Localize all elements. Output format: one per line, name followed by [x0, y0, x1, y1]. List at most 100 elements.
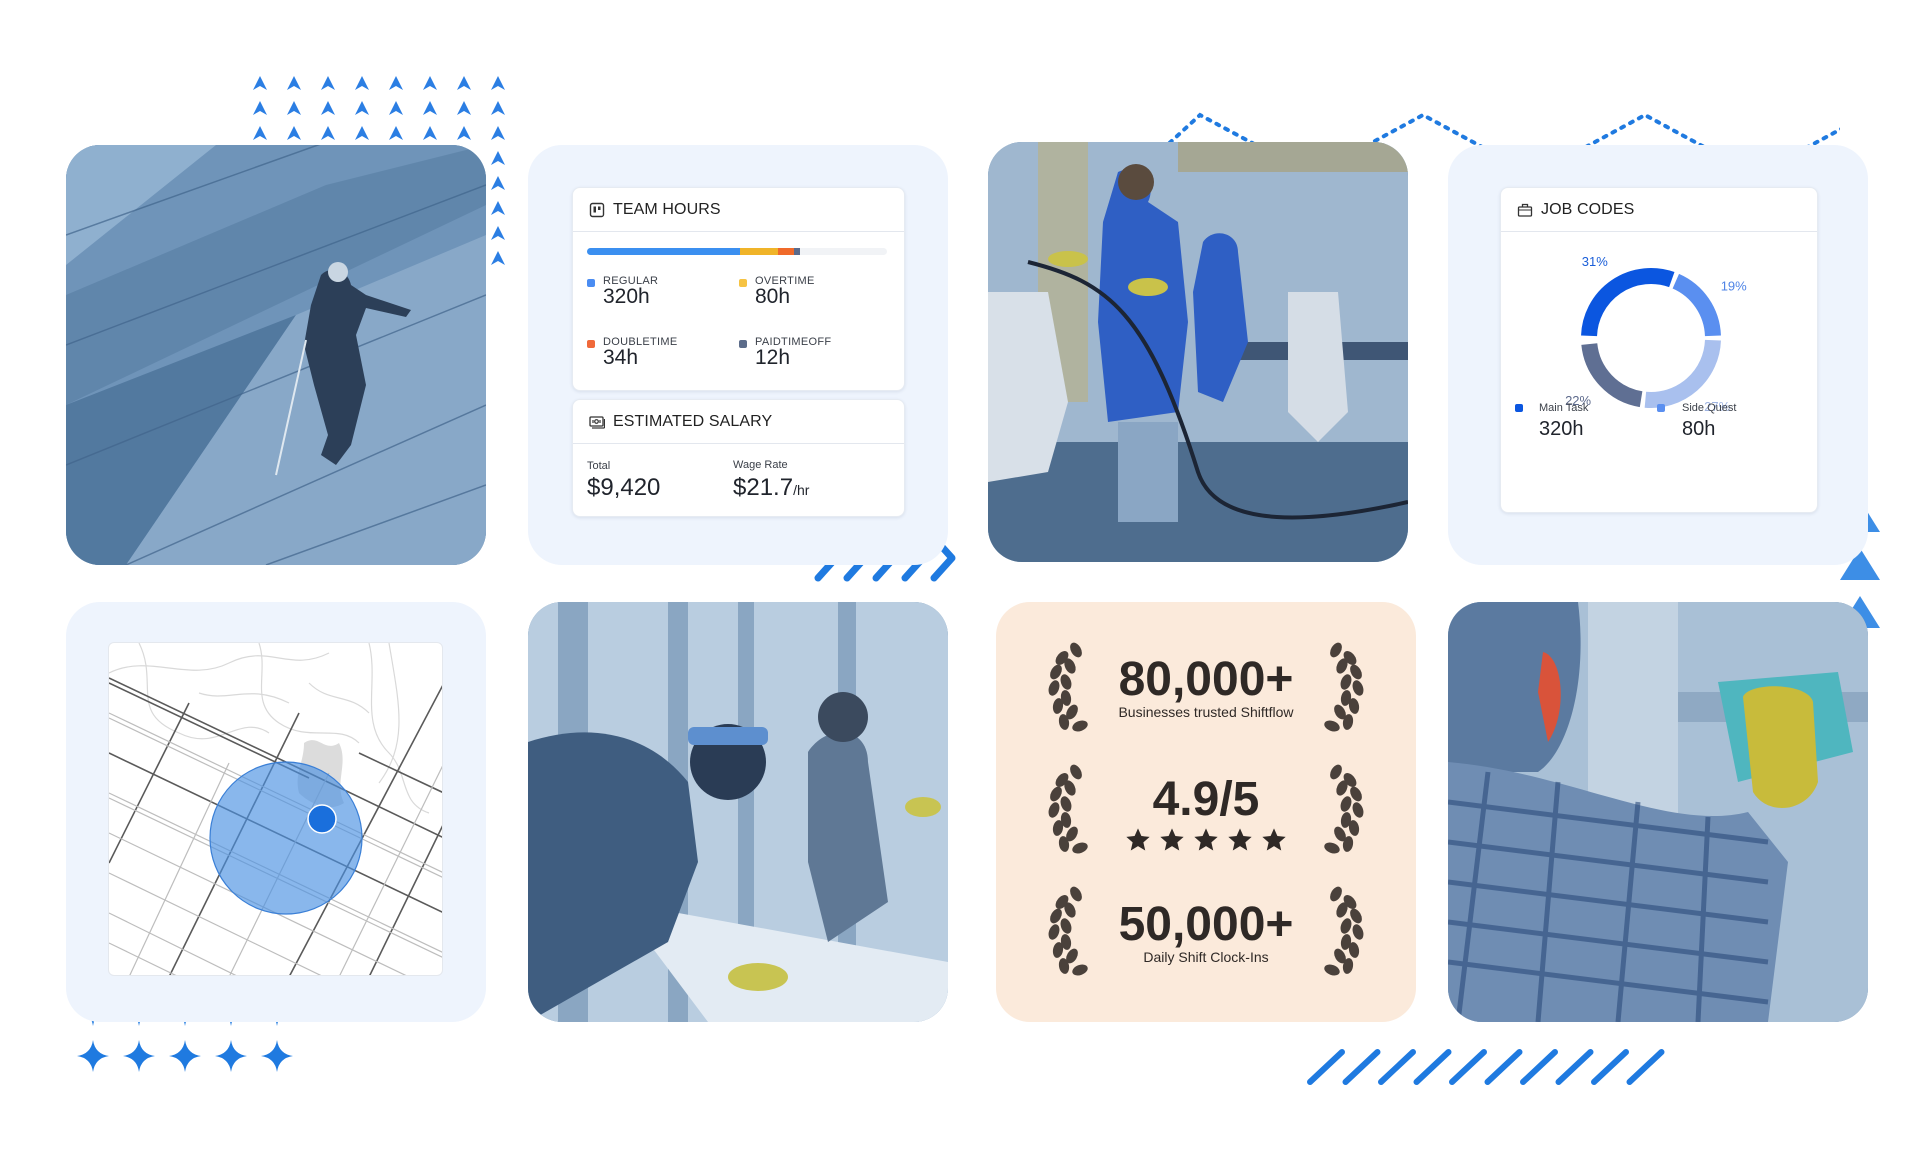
- triangle-mark: [423, 126, 437, 140]
- clockins-caption: Daily Shift Clock-Ins: [1143, 949, 1269, 965]
- location-pin: [307, 804, 337, 834]
- triangle-mark: [389, 76, 403, 90]
- slash-mark: [1626, 1049, 1665, 1085]
- slash-mark: [1378, 1049, 1416, 1085]
- triangle-mark: [321, 76, 335, 90]
- triangle-mark: [355, 101, 369, 115]
- star-icon: [1160, 828, 1184, 851]
- triangle-mark: [389, 126, 403, 140]
- rating-value: 4.9/5: [1152, 773, 1260, 826]
- triangle-mark: [491, 201, 505, 215]
- donut-segment: [1672, 273, 1721, 337]
- star-icon: [1262, 828, 1286, 851]
- businesses-count: 80,000+: [1118, 653, 1294, 706]
- side-quest-color-dot: [1657, 404, 1665, 412]
- businesses-caption: Businesses trusted Shiftflow: [1118, 704, 1294, 720]
- triangle-mark: [457, 76, 471, 90]
- bar-segment-paidtimeoff: [794, 248, 800, 255]
- triangle-mark: [423, 101, 437, 115]
- regular-color-dot: [587, 279, 595, 287]
- geofence-map-panel: [66, 602, 486, 1022]
- donut-percent-label: 19%: [1721, 278, 1747, 293]
- side-quest-label: Side Quest: [1682, 402, 1737, 414]
- triangle-mark: [287, 76, 301, 90]
- triangle-mark: [389, 101, 403, 115]
- triangle-mark: [253, 76, 267, 90]
- donut-segment: [1581, 342, 1643, 408]
- triangle-mark: [355, 126, 369, 140]
- slash-mark: [1484, 1049, 1523, 1085]
- bar-segment-overtime: [739, 248, 779, 255]
- total-label: Total: [587, 460, 611, 472]
- job-codes-panel: JOB CODES 31% 19% 27% 22% Main Task 320h Si…: [1448, 145, 1868, 565]
- geofence-radius: [209, 761, 363, 915]
- star-icon: [1126, 828, 1150, 851]
- triangle-mark: [491, 151, 505, 165]
- doubletime-color-dot: [587, 340, 595, 348]
- clockins-count: 50,000+: [1118, 898, 1294, 951]
- photo-office-cleaning-team: [988, 142, 1408, 562]
- main-task-color-dot: [1515, 404, 1523, 412]
- wage-rate-value: $21.7/hr: [733, 474, 810, 501]
- triangle-mark: [491, 76, 505, 90]
- slash-mark: [1413, 1049, 1452, 1085]
- sparkle-mark: [77, 1040, 109, 1072]
- bar-segment-regular: [587, 248, 740, 255]
- estimated-salary-title: ESTIMATED SALARY: [613, 412, 773, 430]
- photo-table-wiping-workers: [528, 602, 948, 1022]
- triangle-mark: [491, 226, 505, 240]
- donut-percent-label: 31%: [1582, 254, 1608, 269]
- star-icon: [1228, 828, 1252, 851]
- wage-rate-label: Wage Rate: [733, 459, 788, 471]
- triangle-mark: [355, 76, 369, 90]
- triangle-mark: [457, 101, 471, 115]
- slash-mark: [1520, 1049, 1558, 1085]
- donut-segment: [1644, 339, 1721, 408]
- triangle-mark: [423, 76, 437, 90]
- job-codes-card: JOB CODES 31% 19% 27% 22% Main Task 320h Si…: [1500, 187, 1818, 513]
- money-icon: [589, 415, 605, 429]
- triangle-mark: [457, 126, 471, 140]
- sparkle-mark: [169, 1040, 201, 1072]
- sparkle-mark: [215, 1040, 247, 1072]
- slashes-decoration: [1307, 1049, 1665, 1085]
- main-task-label: Main Task: [1539, 402, 1589, 414]
- star-icon: [1194, 828, 1218, 851]
- job-codes-title: JOB CODES: [1541, 200, 1635, 218]
- triangle-mark: [287, 101, 301, 115]
- triangle-mark: [491, 176, 505, 190]
- geofence-map[interactable]: [108, 642, 443, 976]
- hours-progress-bar: [587, 248, 887, 255]
- team-hours-title: TEAM HOURS: [613, 200, 721, 218]
- briefcase-icon: [1517, 203, 1533, 217]
- estimated-salary-card: ESTIMATED SALARY Total $9,420 Wage Rate …: [572, 399, 905, 517]
- overtime-color-dot: [739, 279, 747, 287]
- main-task-value: 320h: [1539, 418, 1584, 440]
- triangle-mark: [491, 101, 505, 115]
- sparkle-mark: [123, 1040, 155, 1072]
- stats-panel: 80,000+ Businesses trusted Shiftflow 4.9…: [996, 602, 1416, 1022]
- triangle-mark: [253, 126, 267, 140]
- rating-stars: [996, 826, 1416, 854]
- sparkle-mark: [261, 1040, 293, 1072]
- triangle-mark: [321, 101, 335, 115]
- triangle-mark: [321, 126, 335, 140]
- paidtimeoff-color-dot: [739, 340, 747, 348]
- triangle-mark: [287, 126, 301, 140]
- triangle-mark: [491, 251, 505, 265]
- triangle-mark: [253, 101, 267, 115]
- photo-glass-cleaning-glove: [1448, 602, 1868, 1022]
- photo-rope-access-window-cleaner: [66, 145, 486, 565]
- slash-mark: [1342, 1049, 1381, 1085]
- donut-segment: [1581, 268, 1675, 337]
- slash-mark: [1591, 1049, 1629, 1085]
- side-quest-value: 80h: [1682, 418, 1716, 440]
- slash-mark: [1555, 1049, 1594, 1085]
- board-icon: [589, 202, 605, 217]
- payroll-panel: TEAM HOURS REGULAR 320h OVERTIME 80h DOU…: [528, 145, 948, 565]
- team-hours-card: TEAM HOURS REGULAR 320h OVERTIME 80h DOU…: [572, 187, 905, 391]
- triangle-mark: [491, 126, 505, 140]
- bar-segment-doubletime: [778, 248, 795, 255]
- slash-mark: [1307, 1049, 1345, 1085]
- total-value: $9,420: [587, 474, 661, 501]
